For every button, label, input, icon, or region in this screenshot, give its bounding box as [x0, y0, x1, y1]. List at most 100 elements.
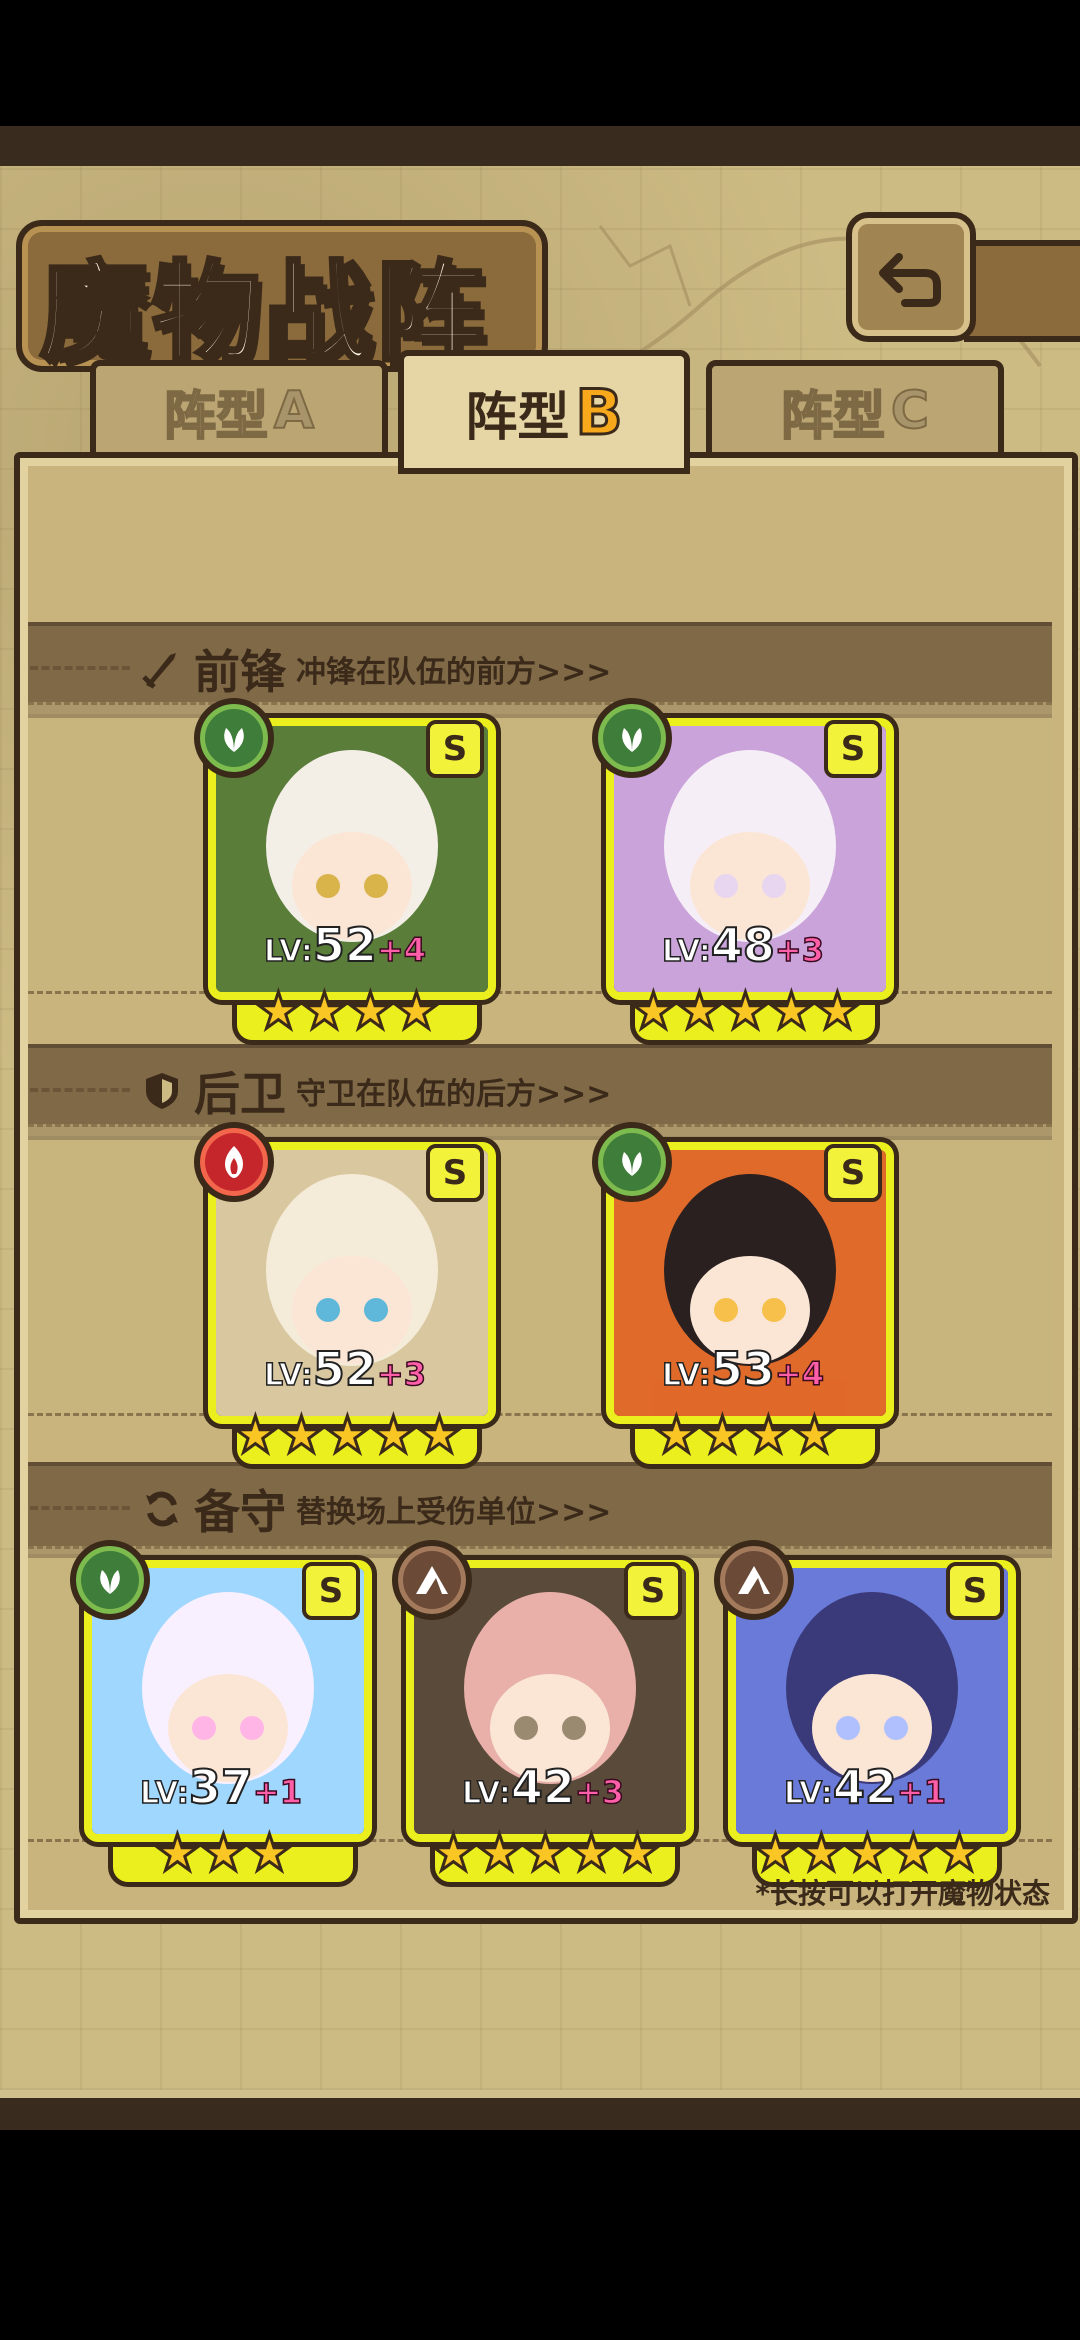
- star-icon: ★: [814, 982, 862, 1040]
- tab-letter: C: [890, 380, 930, 442]
- rank-badge: S: [302, 1562, 360, 1620]
- level-label: LV:52+4: [263, 917, 427, 973]
- reserve-section-title-group: 备守 替换场上受伤单位>>>: [140, 1476, 611, 1542]
- level-prefix: LV:: [461, 1775, 511, 1812]
- level-label: LV:52+3: [263, 1341, 426, 1397]
- enhance-bonus: +4: [774, 1354, 825, 1394]
- reserve-section-subtitle: 替换场上受伤单位>>>: [296, 1495, 612, 1530]
- star-rating: ★ ★ ★ ★: [653, 1406, 839, 1464]
- divider: [30, 1088, 130, 1092]
- front-section-title: 前锋: [194, 645, 286, 699]
- star-icon: ★: [630, 982, 678, 1040]
- star-icon: ★: [324, 1406, 372, 1464]
- star-icon: ★: [301, 982, 349, 1040]
- star-rating: ★ ★ ★ ★ ★: [430, 1824, 662, 1882]
- earth-element-icon: [392, 1540, 472, 1620]
- divider: [30, 666, 130, 670]
- star-icon: ★: [568, 1824, 616, 1882]
- level-label: LV:48+3: [661, 917, 825, 973]
- star-icon: ★: [232, 1406, 280, 1464]
- level-label: LV:53+4: [661, 1341, 825, 1397]
- top-wood-border: [0, 126, 1080, 166]
- shield-icon: [146, 1073, 178, 1109]
- level-prefix: LV:: [139, 1775, 189, 1812]
- tab-formation-c[interactable]: 阵型 C: [706, 360, 1004, 462]
- star-icon: ★: [791, 1406, 839, 1464]
- level-label: LV:42+3: [461, 1759, 624, 1815]
- level-prefix: LV:: [783, 1775, 833, 1812]
- star-icon: ★: [745, 1406, 793, 1464]
- swap-icon: [146, 1491, 178, 1527]
- star-icon: ★: [722, 982, 770, 1040]
- star-icon: ★: [430, 1824, 478, 1882]
- star-icon: ★: [844, 1824, 892, 1882]
- fire-element-icon: [194, 1122, 274, 1202]
- leaf-element-icon: [70, 1540, 150, 1620]
- return-arrow-icon: [879, 253, 941, 307]
- tab-label: 阵型: [163, 386, 269, 448]
- star-icon: ★: [936, 1824, 984, 1882]
- leaf-element-icon: [194, 698, 274, 778]
- bottom-wood-border: [0, 2098, 1080, 2130]
- tab-label: 阵型: [780, 386, 886, 448]
- star-icon: ★: [278, 1406, 326, 1464]
- star-icon: ★: [699, 1406, 747, 1464]
- star-icon: ★: [890, 1824, 938, 1882]
- level-value: 42: [510, 1759, 576, 1815]
- front-section-title-group: 前锋 冲锋在队伍的前方>>>: [140, 636, 611, 702]
- star-rating: ★ ★ ★ ★ ★: [630, 982, 862, 1040]
- star-icon: ★: [522, 1824, 570, 1882]
- back-button-bar: [964, 240, 1080, 342]
- rank-badge: S: [624, 1562, 682, 1620]
- back-section-subtitle: 守卫在队伍的后方>>>: [296, 1077, 612, 1112]
- enhance-bonus: +1: [896, 1772, 947, 1812]
- tab-letter: B: [574, 374, 624, 450]
- star-icon: ★: [752, 1824, 800, 1882]
- level-label: LV:37+1: [139, 1759, 303, 1815]
- enhance-bonus: +4: [376, 930, 427, 970]
- star-icon: ★: [676, 982, 724, 1040]
- star-icon: ★: [347, 982, 395, 1040]
- star-icon: ★: [768, 982, 816, 1040]
- front-row: [28, 702, 1052, 994]
- back-section-title: 后卫: [194, 1067, 286, 1121]
- star-icon: ★: [200, 1824, 248, 1882]
- back-button[interactable]: [846, 212, 976, 342]
- rank-badge: S: [426, 720, 484, 778]
- earth-element-icon: [714, 1540, 794, 1620]
- rank-badge: S: [426, 1144, 484, 1202]
- rank-badge: S: [824, 1144, 882, 1202]
- star-icon: ★: [154, 1824, 202, 1882]
- level-value: 37: [188, 1759, 254, 1815]
- star-rating: ★ ★ ★ ★: [255, 982, 441, 1040]
- enhance-bonus: +1: [252, 1772, 303, 1812]
- tab-label: 阵型: [465, 387, 570, 448]
- level-prefix: LV:: [263, 933, 313, 970]
- level-value: 53: [710, 1341, 776, 1397]
- star-icon: ★: [370, 1406, 418, 1464]
- star-icon: ★: [416, 1406, 464, 1464]
- level-prefix: LV:: [661, 933, 711, 970]
- level-value: 52: [312, 917, 378, 973]
- sword-icon: [142, 653, 176, 689]
- leaf-element-icon: [592, 1122, 672, 1202]
- reserve-section-title: 备守: [194, 1485, 286, 1539]
- tab-letter: A: [273, 380, 315, 442]
- divider: [30, 1506, 130, 1510]
- star-icon: ★: [653, 1406, 701, 1464]
- star-rating: ★ ★ ★: [154, 1824, 294, 1882]
- level-label: LV:42+1: [783, 1759, 947, 1815]
- level-value: 52: [312, 1341, 378, 1397]
- back-row: [28, 1124, 1052, 1416]
- enhance-bonus: +3: [774, 930, 825, 970]
- star-icon: ★: [476, 1824, 524, 1882]
- rank-badge: S: [824, 720, 882, 778]
- rank-badge: S: [946, 1562, 1004, 1620]
- level-prefix: LV:: [661, 1357, 711, 1394]
- tab-formation-b[interactable]: 阵型 B: [398, 350, 690, 474]
- tab-formation-a[interactable]: 阵型 A: [90, 360, 388, 462]
- star-icon: ★: [614, 1824, 662, 1882]
- leaf-element-icon: [592, 698, 672, 778]
- back-section-title-group: 后卫 守卫在队伍的后方>>>: [140, 1058, 611, 1124]
- star-rating: ★ ★ ★ ★ ★: [232, 1406, 464, 1464]
